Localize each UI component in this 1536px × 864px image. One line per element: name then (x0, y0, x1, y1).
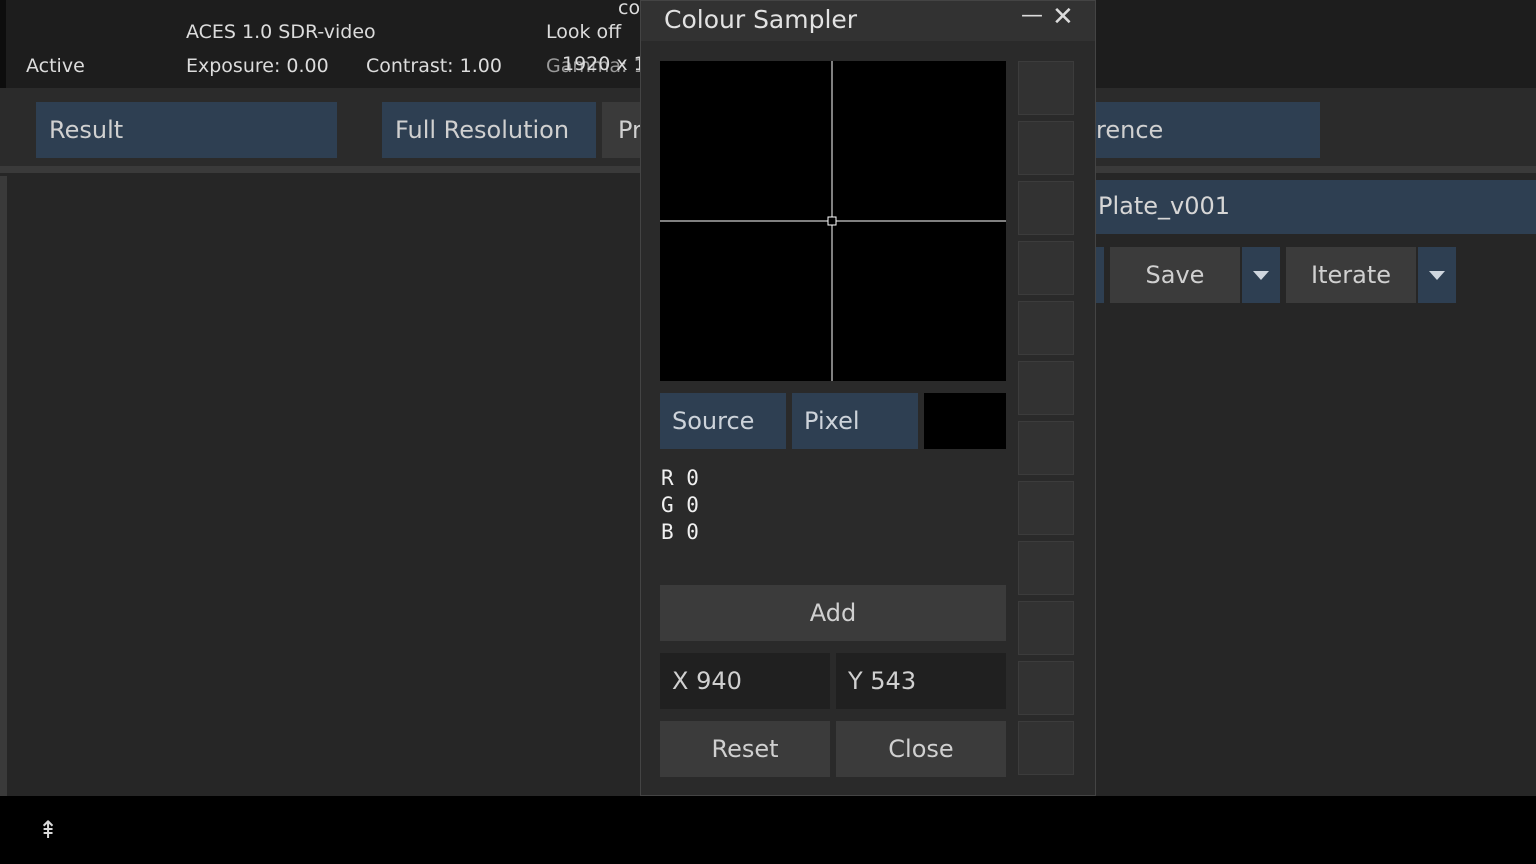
minimize-icon[interactable]: — (1021, 3, 1043, 28)
reset-button[interactable]: Reset (660, 721, 830, 777)
save-dropdown-button[interactable] (1242, 247, 1280, 303)
bottom-bar: ⇞ (0, 796, 1536, 864)
crosshair-icon (660, 61, 1006, 381)
full-resolution-button[interactable]: Full Resolution (382, 102, 596, 158)
partial-dropdown[interactable] (1096, 247, 1104, 303)
green-value: G 0 (661, 493, 699, 517)
partial-button[interactable]: Pr (602, 102, 640, 158)
iterate-dropdown-button[interactable] (1418, 247, 1456, 303)
blue-value: B 0 (661, 520, 699, 544)
plate-name: Plate_v001 (1098, 192, 1231, 220)
chevron-down-icon (1253, 271, 1269, 280)
colour-chip-9[interactable] (1018, 541, 1074, 595)
colour-chip-11[interactable] (1018, 661, 1074, 715)
close-button[interactable]: Close (836, 721, 1006, 777)
close-icon[interactable]: ✕ (1052, 2, 1074, 32)
colour-chip-2[interactable] (1018, 121, 1074, 175)
iterate-button[interactable]: Iterate (1286, 247, 1416, 303)
colour-sampler-dialog: Colour Sampler — ✕ Source Pixel R 0 G 0 … (640, 0, 1096, 796)
result-button[interactable]: Result (36, 102, 337, 158)
sampled-colour-swatch (924, 393, 1006, 449)
red-value: R 0 (661, 466, 699, 490)
reference-button[interactable]: rence (1096, 102, 1320, 158)
sample-preview[interactable] (660, 61, 1006, 381)
plate-name-bar[interactable]: Plate_v001 (1096, 180, 1536, 234)
look-text: Look off (546, 21, 622, 43)
save-button[interactable]: Save (1110, 247, 1240, 303)
colour-chip-10[interactable] (1018, 601, 1074, 655)
left-edge (0, 0, 6, 88)
exposure-text: Exposure: 0.00 (186, 55, 329, 77)
x-coordinate-field[interactable]: X 940 (660, 653, 830, 709)
expand-up-icon[interactable]: ⇞ (38, 816, 58, 844)
colour-chip-3[interactable] (1018, 181, 1074, 235)
contrast-text: Contrast: 1.00 (366, 55, 502, 77)
colour-chip-12[interactable] (1018, 721, 1074, 775)
clipped-text: co (618, 0, 641, 19)
y-coordinate-field[interactable]: Y 543 (836, 653, 1006, 709)
colour-chip-1[interactable] (1018, 61, 1074, 115)
colour-chip-5[interactable] (1018, 301, 1074, 355)
dialog-title-bar[interactable]: Colour Sampler — ✕ (641, 1, 1095, 41)
colour-chip-7[interactable] (1018, 421, 1074, 475)
add-button[interactable]: Add (660, 585, 1006, 641)
dialog-title: Colour Sampler (664, 5, 858, 34)
colourspace-text: ACES 1.0 SDR-video (186, 21, 376, 43)
colour-chip-4[interactable] (1018, 241, 1074, 295)
chevron-down-icon (1429, 271, 1445, 280)
colour-chip-8[interactable] (1018, 481, 1074, 535)
source-button[interactable]: Source (660, 393, 786, 449)
viewport-border (0, 176, 7, 796)
resolution-text: 1920 x 1 (562, 53, 646, 75)
status-text: Active (26, 55, 85, 77)
pixel-button[interactable]: Pixel (792, 393, 918, 449)
colour-chip-6[interactable] (1018, 361, 1074, 415)
